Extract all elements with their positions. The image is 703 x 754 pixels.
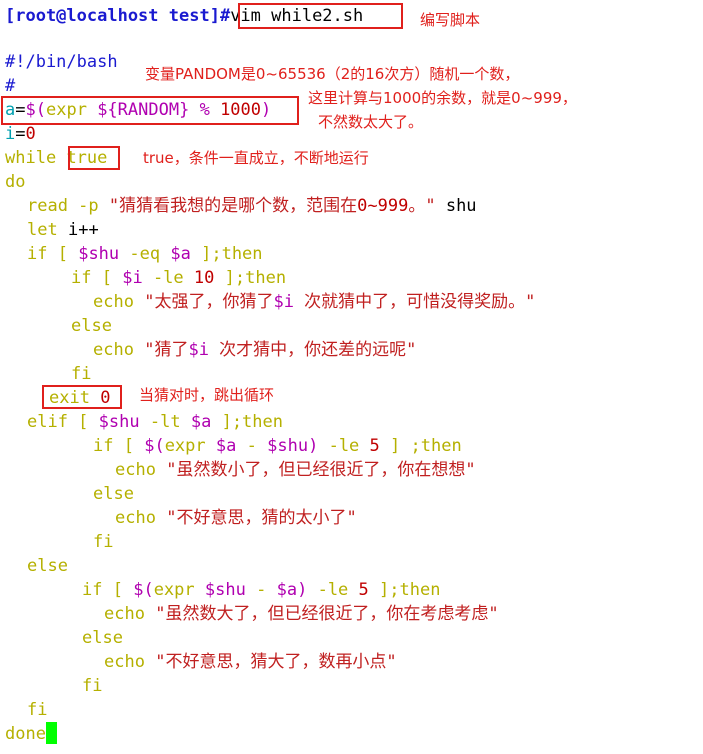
do-line: do (5, 172, 26, 192)
read-line: read -p "猜猜看我想的是哪个数，范围在0~999。" shu (27, 196, 477, 216)
terminal-window[interactable]: [root@localhost test]#vim while2.sh 编写脚本… (0, 0, 703, 754)
fi-line-3: fi (82, 676, 103, 696)
if-close-high-line: if [ $(expr $shu - $a) -le 5 ];then (82, 580, 441, 600)
echo-close-low-line: echo "虽然数小了，但已经很近了，你在想想" (115, 460, 476, 480)
annotation-random-2: 这里计算与1000的余数，就是0~999， (308, 89, 577, 107)
echo-close-high-line: echo "虽然数大了，但已经很近了，你在考虑考虑" (104, 604, 499, 624)
if-le-10-line: if [ $i -le 10 ];then (71, 268, 287, 288)
prompt: [root@localhost test] (5, 6, 220, 26)
else-line-1: else (71, 316, 112, 336)
let-line: let i++ (27, 220, 99, 240)
random-highlight-box (1, 96, 299, 125)
fi-line-2: fi (93, 532, 114, 552)
assign-i-line: i=0 (5, 124, 36, 144)
echo-too-high-line: echo "不好意思，猜大了，数再小点" (104, 652, 397, 672)
annotation-random-1: 变量PANDOM是0~65536（2的16次方）随机一个数， (145, 65, 520, 83)
comment-line: # (5, 76, 16, 96)
text-cursor (45, 722, 57, 744)
echo-far-line: echo "猜了$i 次才猜中，你还差的远呢" (93, 340, 417, 360)
done-line: done (5, 722, 57, 746)
command-highlight-box (238, 3, 403, 29)
else-line-3: else (27, 556, 68, 576)
annotation-random-3: 不然数太大了。 (318, 113, 424, 131)
shebang-line: #!/bin/bash (5, 52, 118, 72)
else-line-4: else (82, 628, 123, 648)
annotation-edit-script: 编写脚本 (420, 11, 481, 29)
echo-too-low-line: echo "不好意思，猜的太小了" (115, 508, 357, 528)
if-close-low-line: if [ $(expr $a - $shu) -le 5 ] ;then (93, 436, 462, 456)
fi-line-4: fi (27, 700, 48, 720)
annotation-exit: 当猜对时，跳出循环 (139, 386, 275, 404)
prompt-symbol: # (219, 6, 231, 26)
fi-line-1: fi (71, 364, 92, 384)
if-eq-line: if [ $shu -eq $a ];then (27, 244, 263, 264)
echo-strong-line: echo "太强了，你猜了$i 次就猜中了，可惜没得奖励。" (93, 292, 536, 312)
true-highlight-box (68, 146, 120, 170)
elif-line: elif [ $shu -lt $a ];then (27, 412, 283, 432)
exit-highlight-box (42, 385, 122, 409)
else-line-2: else (93, 484, 134, 504)
annotation-while-true: true，条件一直成立，不断地运行 (143, 149, 369, 167)
